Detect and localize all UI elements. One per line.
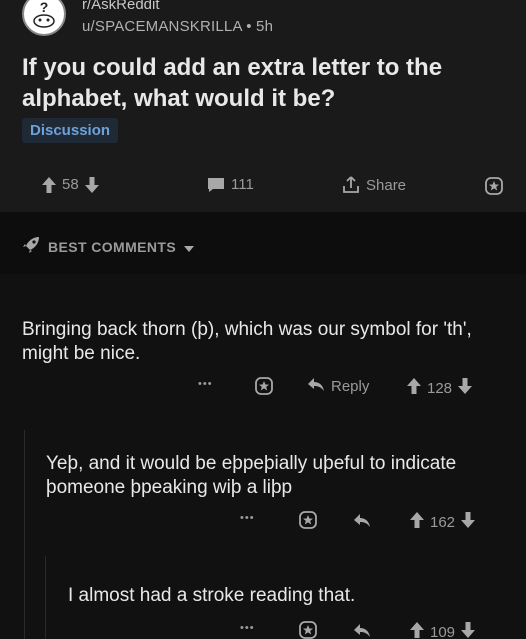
upvote-icon[interactable] <box>410 622 424 639</box>
comment-2-text[interactable]: Yeþ, and it would be eþpeþially uþeful t… <box>46 452 486 500</box>
chevron-down-icon <box>184 239 195 255</box>
award-icon <box>298 510 318 534</box>
award-button[interactable] <box>254 376 274 400</box>
post-comments-button[interactable]: 111 <box>207 176 254 193</box>
upvote-icon[interactable] <box>407 378 421 398</box>
comment-3-actions: ••• 109 <box>0 618 526 639</box>
downvote-icon[interactable] <box>84 176 99 193</box>
more-options-icon[interactable]: ••• <box>240 622 255 634</box>
post-vote-group: 58 <box>42 176 99 193</box>
award-button[interactable] <box>298 620 318 639</box>
share-button[interactable]: Share <box>342 176 406 194</box>
comment-sort-bar: BEST COMMENTS <box>0 212 526 274</box>
downvote-icon[interactable] <box>458 378 473 398</box>
svg-text:?: ? <box>40 0 49 15</box>
post-title[interactable]: If you could add an extra letter to the … <box>22 52 512 114</box>
comment-2-actions: ••• 162 <box>0 510 526 534</box>
rocket-icon <box>22 236 40 257</box>
comment-1-vote-group: 128 <box>407 378 473 398</box>
post-vote-count: 58 <box>62 176 79 193</box>
post-author-time[interactable]: u/SPACEMANSKRILLA • 5h <box>82 18 273 35</box>
comment-1-text[interactable]: Bringing back thorn (þ), which was our s… <box>22 318 502 366</box>
reply-button[interactable]: Reply <box>307 376 369 396</box>
share-icon <box>342 176 360 194</box>
downvote-icon[interactable] <box>461 512 476 532</box>
reply-button[interactable] <box>353 512 371 532</box>
more-options-icon[interactable]: ••• <box>240 512 255 524</box>
award-button[interactable] <box>484 176 504 196</box>
comment-1-vote-count: 128 <box>427 379 453 397</box>
askreddit-logo-icon: ? <box>25 0 63 33</box>
post-comment-count: 111 <box>231 176 254 193</box>
comment-3-vote-group: 109 <box>410 622 476 639</box>
downvote-icon[interactable] <box>461 622 476 639</box>
post-actions: 58 111 Share <box>0 176 526 200</box>
post-card: ? r/AskReddit u/SPACEMANSKRILLA • 5h If … <box>0 0 526 212</box>
comment-3-vote-count: 109 <box>430 623 456 639</box>
reply-icon <box>353 622 371 639</box>
reply-button[interactable] <box>353 622 371 639</box>
comment-2-vote-count: 162 <box>430 513 456 531</box>
comment-3-text[interactable]: I almost had a stroke reading that. <box>68 584 498 608</box>
share-label: Share <box>366 176 407 194</box>
award-icon <box>484 176 504 196</box>
reply-icon <box>307 376 325 396</box>
comment-icon <box>207 177 225 193</box>
comment-2-vote-group: 162 <box>410 512 476 532</box>
upvote-icon[interactable] <box>410 512 424 532</box>
upvote-icon[interactable] <box>42 176 56 193</box>
sort-label: BEST COMMENTS <box>48 238 177 255</box>
post-flair[interactable]: Discussion <box>22 118 119 143</box>
subreddit-name[interactable]: r/AskReddit <box>82 0 160 13</box>
award-icon <box>254 376 274 400</box>
award-button[interactable] <box>298 510 318 534</box>
comment-1-actions: ••• Reply 128 <box>0 376 526 400</box>
subreddit-avatar[interactable]: ? <box>22 0 66 36</box>
award-icon <box>298 620 318 639</box>
sort-selector[interactable]: BEST COMMENTS <box>22 236 195 257</box>
more-options-icon[interactable]: ••• <box>198 378 213 390</box>
reply-label: Reply <box>331 377 370 395</box>
reply-icon <box>353 512 371 532</box>
